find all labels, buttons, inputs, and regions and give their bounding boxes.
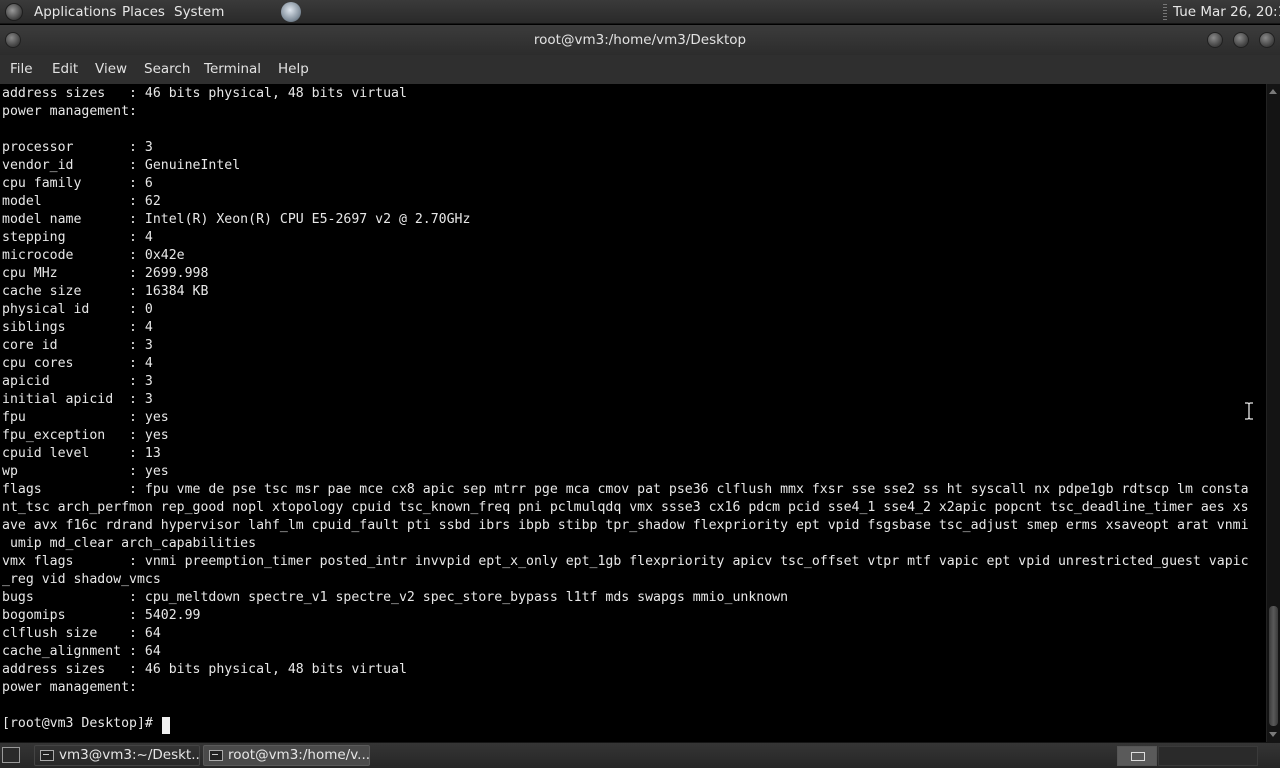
terminal-scrollbar[interactable]	[1266, 84, 1280, 742]
workspace-2[interactable]	[1158, 746, 1258, 766]
terminal-line: cpu cores : 4	[2, 356, 153, 371]
terminal-line: bogomips : 5402.99	[2, 608, 201, 623]
menu-terminal[interactable]: Terminal	[204, 55, 261, 84]
close-button[interactable]	[1259, 32, 1275, 48]
terminal-line: vmx flags : vnmi preemption_timer posted…	[2, 554, 1249, 569]
terminal-line: fpu_exception : yes	[2, 428, 169, 443]
scroll-up-icon[interactable]	[1269, 89, 1277, 94]
minimize-button[interactable]	[1207, 32, 1223, 48]
terminal-icon	[40, 750, 54, 761]
terminal-line: nt_tsc arch_perfmon rep_good nopl xtopol…	[2, 500, 1249, 515]
terminal-line: power management:	[2, 680, 137, 695]
terminal-line: model : 62	[2, 194, 161, 209]
terminal-line: wp : yes	[2, 464, 169, 479]
terminal-line: stepping : 4	[2, 230, 153, 245]
terminal-line: siblings : 4	[2, 320, 153, 335]
workspace-1[interactable]	[1117, 746, 1157, 766]
taskbar-button-root-terminal[interactable]: root@vm3:/home/v...	[203, 745, 370, 766]
maximize-button[interactable]	[1233, 32, 1249, 48]
terminal-line: cpu MHz : 2699.998	[2, 266, 209, 281]
terminal-line: model name : Intel(R) Xeon(R) CPU E5-269…	[2, 212, 471, 227]
terminal-cursor	[162, 717, 170, 734]
terminal-line: cpu family : 6	[2, 176, 153, 191]
terminal-line: cpuid level : 13	[2, 446, 161, 461]
window-titlebar[interactable]: root@vm3:/home/vm3/Desktop	[0, 25, 1280, 55]
terminal-line: umip md_clear arch_capabilities	[2, 536, 257, 551]
terminal-line: power management:	[2, 104, 137, 119]
distro-logo-icon[interactable]	[5, 3, 23, 21]
menu-edit[interactable]: Edit	[52, 55, 78, 84]
applications-menu[interactable]: Applications	[34, 0, 116, 24]
terminal-line: _reg vid shadow_vmcs	[2, 572, 161, 587]
terminal-line: ave avx f16c rdrand hypervisor lahf_lm c…	[2, 518, 1249, 533]
terminal-line: initial apicid : 3	[2, 392, 153, 407]
text-cursor-ibeam-icon	[1245, 402, 1253, 420]
panel-grip-icon	[1163, 4, 1167, 20]
terminal-icon	[209, 750, 223, 761]
window-title: root@vm3:/home/vm3/Desktop	[533, 32, 747, 48]
terminal-line: fpu : yes	[2, 410, 169, 425]
terminal-output[interactable]: address sizes : 46 bits physical, 48 bit…	[0, 84, 1266, 742]
terminal-line: cache_alignment : 64	[2, 644, 161, 659]
terminal-line: address sizes : 46 bits physical, 48 bit…	[2, 662, 407, 677]
taskbar-button-vm3-terminal[interactable]: vm3@vm3:~/Deskt...	[34, 745, 200, 766]
scroll-down-icon[interactable]	[1269, 732, 1277, 737]
bottom-panel: vm3@vm3:~/Deskt... root@vm3:/home/v...	[0, 742, 1280, 768]
taskbar-button-label: vm3@vm3:~/Deskt...	[59, 747, 200, 763]
places-menu[interactable]: Places	[122, 0, 165, 24]
shell-prompt: [root@vm3 Desktop]#	[2, 716, 161, 731]
terminal-line: microcode : 0x42e	[2, 248, 185, 263]
terminal-line: clflush size : 64	[2, 626, 161, 641]
terminal-line: cache size : 16384 KB	[2, 284, 209, 299]
terminal-line: core id : 3	[2, 338, 153, 353]
workspace-window-preview	[1131, 752, 1145, 761]
menu-file[interactable]: File	[10, 55, 33, 84]
show-desktop-icon[interactable]	[2, 747, 20, 763]
menu-search[interactable]: Search	[144, 55, 190, 84]
clock[interactable]: Tue Mar 26, 20:12	[1173, 0, 1280, 24]
terminal-line: flags : fpu vme de pse tsc msr pae mce c…	[2, 482, 1249, 497]
system-menu[interactable]: System	[174, 0, 224, 24]
menu-help[interactable]: Help	[278, 55, 309, 84]
terminal-line: vendor_id : GenuineIntel	[2, 158, 241, 173]
menu-view[interactable]: View	[95, 55, 127, 84]
terminal-line: processor : 3	[2, 140, 153, 155]
terminal-line: bugs : cpu_meltdown spectre_v1 spectre_v…	[2, 590, 789, 605]
scrollbar-thumb[interactable]	[1269, 606, 1278, 726]
terminal-line: address sizes : 46 bits physical, 48 bit…	[2, 86, 407, 101]
menubar: File Edit View Search Terminal Help	[0, 55, 1280, 84]
terminal-line: physical id : 0	[2, 302, 153, 317]
top-panel: Applications Places System Tue Mar 26, 2…	[0, 0, 1280, 24]
globe-icon[interactable]	[281, 2, 301, 22]
taskbar-button-label: root@vm3:/home/v...	[228, 747, 370, 763]
terminal-line: apicid : 3	[2, 374, 153, 389]
